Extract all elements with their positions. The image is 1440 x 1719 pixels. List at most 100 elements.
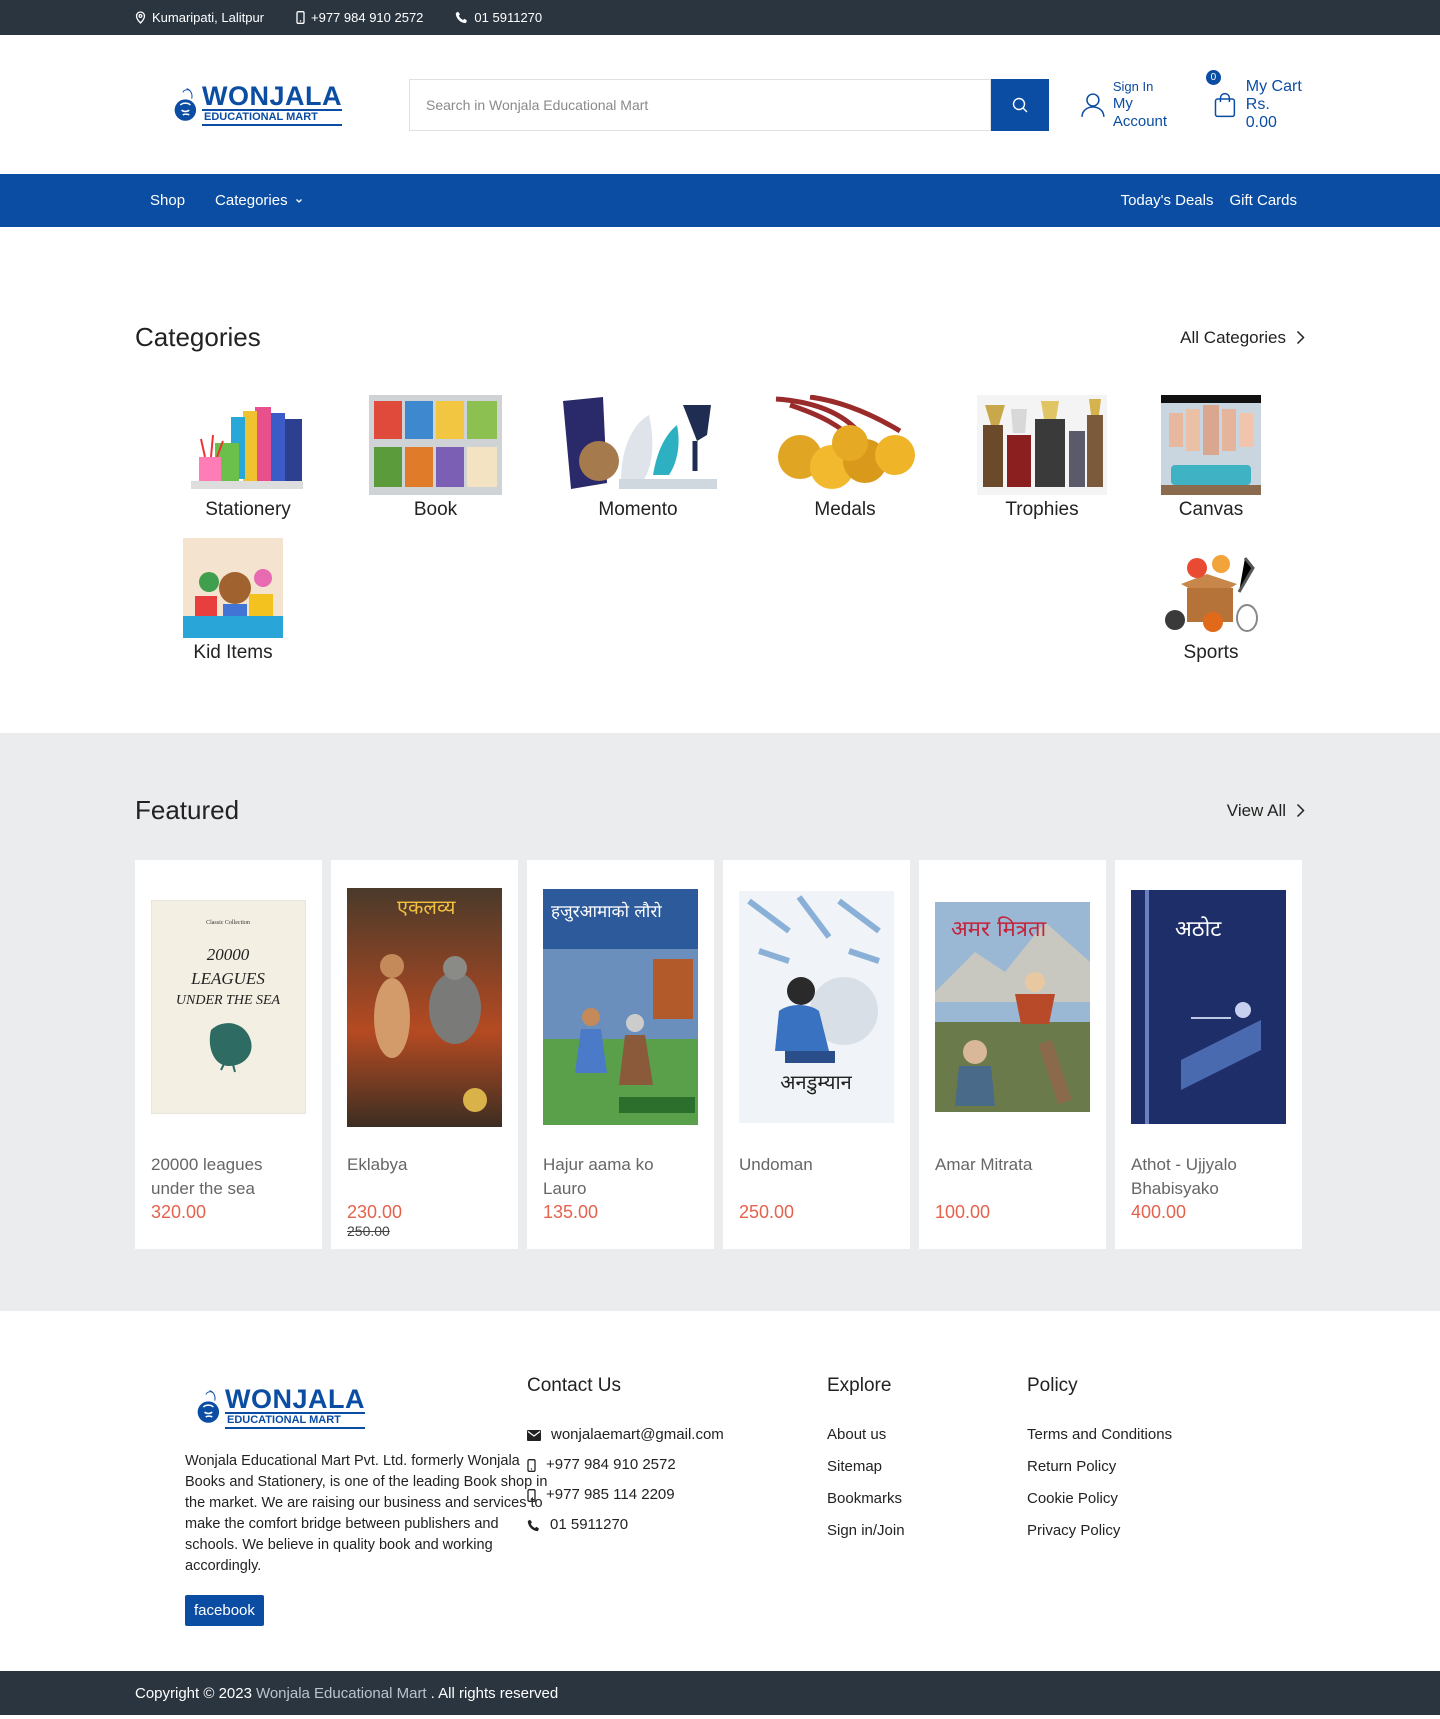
- nav-gift-cards-label: Gift Cards: [1229, 192, 1297, 209]
- nav-shop[interactable]: Shop: [135, 192, 200, 209]
- footer-mobile-2[interactable]: +977 985 114 2209: [527, 1485, 827, 1505]
- footer-logo[interactable]: WONJALA EDUCATIONAL MART: [197, 1375, 365, 1439]
- phone-icon: [456, 11, 468, 24]
- envelope-icon: [527, 1429, 541, 1441]
- mobile-1-text: +977 984 910 2572: [546, 1456, 676, 1473]
- category-sports[interactable]: Sports: [1161, 538, 1261, 664]
- main-nav: Shop Categories Today's Deals Gift Cards: [0, 174, 1440, 227]
- email-text: wonjalaemart@gmail.com: [551, 1426, 724, 1443]
- nav-todays-deals[interactable]: Today's Deals: [1113, 192, 1222, 209]
- product-card[interactable]: एकलव्य Eklabya 230.00 250.00: [331, 860, 518, 1249]
- cover-title: अठोट: [1175, 916, 1222, 942]
- product-cover-image: अठोट: [1131, 890, 1286, 1124]
- category-label: Stationery: [205, 499, 291, 520]
- cart-link[interactable]: 0 My Cart Rs. 0.00: [1205, 69, 1305, 132]
- shopping-bag-icon: [1214, 92, 1236, 117]
- product-card[interactable]: हजुरआमाको लौरो Hajur aama ko Lauro 135.0…: [527, 860, 714, 1249]
- logo-emblem-icon: [174, 87, 197, 121]
- cover-title: एकलव्य: [397, 895, 456, 919]
- cover-title: हजुरआमाको लौरो: [551, 901, 662, 922]
- chevron-right-icon: [1296, 803, 1305, 818]
- product-card[interactable]: अठोट Athot - Ujjyalo Bhabisyako 400.00: [1115, 860, 1302, 1249]
- footer-link-cookie-policy[interactable]: Cookie Policy: [1027, 1489, 1227, 1509]
- search-icon: [1012, 97, 1028, 112]
- footer-link-privacy-policy[interactable]: Privacy Policy: [1027, 1521, 1227, 1541]
- product-name: Athot - Ujjyalo Bhabisyako: [1131, 1155, 1237, 1198]
- footer-explore: Explore About us Sitemap Bookmarks Sign …: [827, 1375, 1027, 1626]
- search-bar: [409, 78, 1049, 131]
- categories-section: Categories All Categories Stationery Boo…: [0, 227, 1440, 733]
- medals-image: [770, 395, 920, 495]
- mobile-icon: [527, 1488, 536, 1502]
- search-button[interactable]: [991, 78, 1049, 131]
- mobile-icon: [527, 1458, 536, 1472]
- footer: WONJALA EDUCATIONAL MART Wonjala Educati…: [0, 1311, 1440, 1671]
- view-all-link[interactable]: View All: [1227, 801, 1305, 821]
- logo-title: WONJALA: [202, 81, 342, 111]
- search-input[interactable]: [409, 78, 991, 131]
- my-account-label: My Account: [1112, 94, 1168, 130]
- category-label: Momento: [598, 499, 678, 520]
- footer-email[interactable]: wonjalaemart@gmail.com: [527, 1425, 827, 1445]
- kid-items-image: [183, 538, 283, 638]
- product-name: 20000 leagues under the sea: [151, 1155, 263, 1198]
- footer-link-sitemap[interactable]: Sitemap: [827, 1457, 1027, 1477]
- category-medals[interactable]: Medals: [770, 395, 920, 521]
- product-name: Amar Mitrata: [935, 1155, 1033, 1174]
- site-logo[interactable]: WONJALA EDUCATIONAL MART: [174, 73, 342, 137]
- product-card[interactable]: अनडुम्यान Undoman 250.00: [723, 860, 910, 1249]
- copyright-bar: Copyright © 2023 Wonjala Educational Mar…: [0, 1671, 1440, 1715]
- category-canvas[interactable]: Canvas: [1161, 395, 1261, 521]
- topbar-location: Kumaripati, Lalitpur: [135, 10, 264, 25]
- footer-policy: Policy Terms and Conditions Return Polic…: [1027, 1375, 1227, 1626]
- category-stationery[interactable]: Stationery: [185, 395, 311, 521]
- footer-mobile-1[interactable]: +977 984 910 2572: [527, 1455, 827, 1475]
- trophies-image: [977, 395, 1107, 495]
- category-book[interactable]: Book: [369, 395, 502, 521]
- logo-emblem-icon: [197, 1390, 220, 1423]
- product-price: 230.00: [347, 1202, 403, 1222]
- cover-title: अनडुम्यान: [780, 1070, 852, 1095]
- product-card[interactable]: Classic Collection 20000 LEAGUES UNDER T…: [135, 860, 322, 1249]
- copyright-suffix: . All rights reserved: [430, 1684, 559, 1702]
- all-categories-link[interactable]: All Categories: [1180, 328, 1305, 348]
- footer-link-sign-in-join[interactable]: Sign in/Join: [827, 1521, 1027, 1541]
- account-link[interactable]: Sign In My Account: [1081, 79, 1190, 131]
- product-cover-image: एकलव्य: [347, 887, 502, 1127]
- footer-link-terms[interactable]: Terms and Conditions: [1027, 1425, 1227, 1445]
- product-cover-image: हजुरआमाको लौरो: [543, 889, 698, 1125]
- nav-gift-cards[interactable]: Gift Cards: [1221, 192, 1305, 209]
- category-label: Book: [413, 499, 458, 520]
- policy-title: Policy: [1027, 1375, 1078, 1396]
- topbar: Kumaripati, Lalitpur +977 984 910 2572 0…: [0, 0, 1440, 35]
- footer-link-bookmarks[interactable]: Bookmarks: [827, 1489, 1027, 1509]
- footer-logo-title: WONJALA: [225, 1383, 365, 1414]
- facebook-button[interactable]: facebook: [185, 1595, 264, 1626]
- topbar-phone: 01 5911270: [455, 10, 542, 25]
- product-name: Undoman: [739, 1155, 813, 1174]
- canvas-image: [1161, 395, 1261, 495]
- logo-subtitle: EDUCATIONAL MART: [202, 109, 342, 126]
- product-price: 135.00: [543, 1202, 599, 1222]
- nav-categories[interactable]: Categories: [200, 192, 319, 209]
- categories-title: Categories: [135, 322, 261, 352]
- product-name: Eklabya: [347, 1155, 408, 1174]
- chevron-down-icon: [295, 198, 302, 203]
- svg-text:20000: 20000: [207, 945, 250, 964]
- copyright-prefix: Copyright © 2023: [135, 1684, 252, 1702]
- footer-link-return-policy[interactable]: Return Policy: [1027, 1457, 1227, 1477]
- category-kid-items[interactable]: Kid Items: [183, 538, 283, 664]
- phone-text: 01 5911270: [550, 1516, 629, 1533]
- product-price: 320.00: [151, 1202, 207, 1222]
- product-price: 100.00: [935, 1202, 991, 1222]
- product-name: Hajur aama ko Lauro: [543, 1155, 654, 1198]
- user-icon: [1081, 92, 1105, 117]
- product-card[interactable]: अमर मित्रता Amar Mitrata 100.00: [919, 860, 1106, 1249]
- topbar-phone-text: 01 5911270: [474, 10, 543, 25]
- footer-phone[interactable]: 01 5911270: [527, 1515, 827, 1535]
- category-momento[interactable]: Momento: [559, 395, 717, 521]
- header: WONJALA EDUCATIONAL MART Sign In My Acco…: [0, 35, 1440, 174]
- category-trophies[interactable]: Trophies: [977, 395, 1107, 521]
- copyright-brand-link[interactable]: Wonjala Educational Mart: [256, 1685, 427, 1702]
- footer-link-about-us[interactable]: About us: [827, 1425, 1027, 1445]
